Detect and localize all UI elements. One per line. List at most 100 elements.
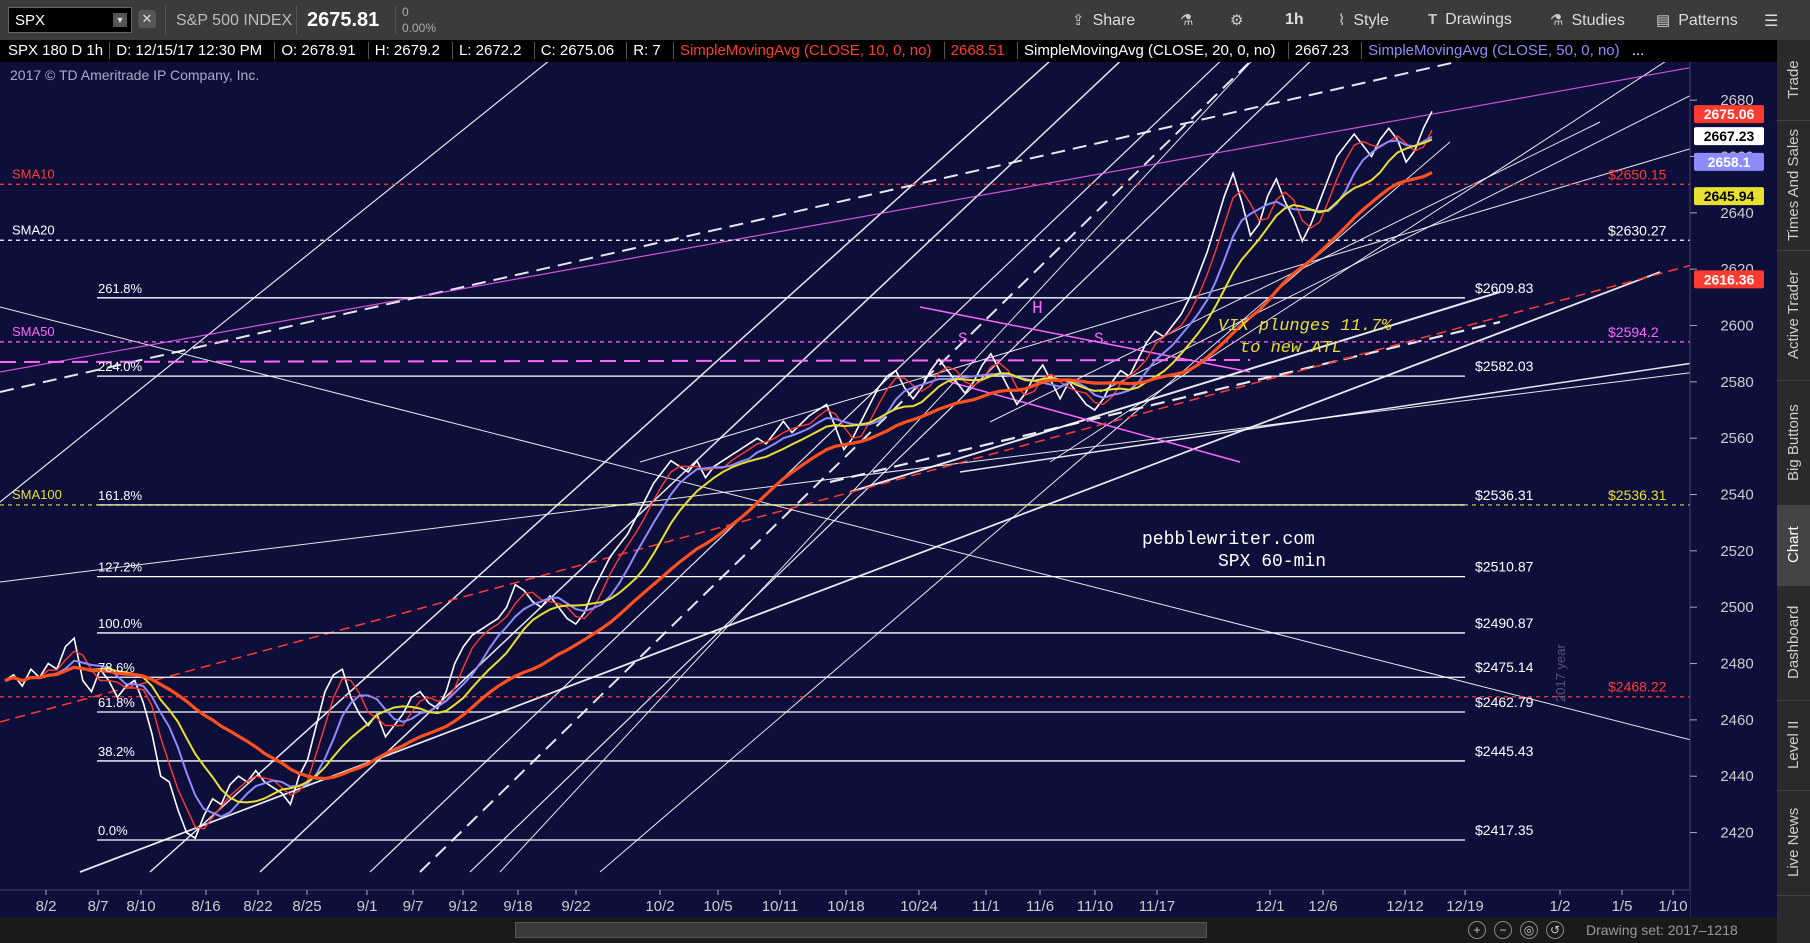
x-tick-label: 8/25: [292, 898, 321, 915]
symbol-value: SPX: [15, 12, 46, 29]
x-tick-label: 1/5: [1612, 898, 1633, 915]
study-info-bar: SPX 180 D 1h D: 12/15/17 12:30 PM O: 267…: [0, 40, 1810, 62]
share-icon: ⇪: [1072, 12, 1085, 29]
x-tick-label: 9/1: [357, 898, 378, 915]
sma20-study[interactable]: SimpleMovingAvg (CLOSE, 20, 0, no): [1017, 42, 1282, 59]
drawings-button[interactable]: T Drawings: [1428, 11, 1512, 29]
chevron-down-icon[interactable]: ▼: [113, 13, 127, 27]
fib-level-price: $2475.14: [1475, 659, 1534, 675]
divider: [165, 6, 166, 34]
right-side-panel: Trade Times And Sales Active Trader Big …: [1777, 40, 1810, 943]
bar-high: H: 2679.2: [367, 42, 446, 59]
shoulder-label-left: S: [958, 330, 968, 348]
bar-date: D: 12/15/17 12:30 PM: [109, 42, 269, 59]
x-tick-label: 12/12: [1386, 898, 1424, 915]
x-tick-label: 10/24: [900, 898, 938, 915]
tab-times-and-sales[interactable]: Times And Sales: [1777, 120, 1810, 251]
tab-level-ii[interactable]: Level II: [1777, 700, 1810, 791]
bar-range: R: 7: [626, 42, 667, 59]
x-tick-label: 12/19: [1446, 898, 1484, 915]
tab-trade[interactable]: Trade: [1777, 40, 1810, 121]
timeframe-button[interactable]: 1h: [1285, 11, 1304, 29]
sma50-study[interactable]: SimpleMovingAvg (CLOSE, 50, 0, no): [1361, 42, 1626, 59]
chart-style-icon: ⌇: [1338, 12, 1346, 29]
patterns-button[interactable]: ▤ Patterns: [1656, 11, 1738, 30]
close-icon[interactable]: ✕: [138, 10, 156, 28]
share-label: Share: [1092, 12, 1136, 29]
y-tick-label: 2540: [1720, 487, 1753, 504]
y-tick-label: 2500: [1720, 599, 1753, 616]
y-tick-label: 2420: [1720, 825, 1753, 842]
fib-level-price: $2609.83: [1475, 280, 1534, 296]
style-button[interactable]: ⌇ Style: [1338, 11, 1389, 30]
tab-dashboard[interactable]: Dashboard: [1777, 585, 1810, 701]
x-tick-label: 9/12: [448, 898, 477, 915]
share-button[interactable]: ⇪ Share: [1072, 11, 1135, 30]
x-tick-label: 8/2: [36, 898, 57, 915]
fib-level-label: 0.0%: [98, 823, 128, 838]
fib-level-price: $2582.03: [1475, 358, 1534, 374]
timeframe-label: 1h: [1285, 11, 1304, 28]
last-price: 2675.81: [307, 9, 380, 31]
x-tick-label: 1/2: [1550, 898, 1571, 915]
zoom-in-icon[interactable]: +: [1468, 921, 1486, 939]
menu-button[interactable]: ☰: [1764, 11, 1778, 31]
sma10-study[interactable]: SimpleMovingAvg (CLOSE, 10, 0, no): [672, 42, 938, 59]
x-tick-label: 12/6: [1308, 898, 1337, 915]
x-tick-label: 11/1: [972, 898, 1000, 915]
vix-annotation-1: VIX plunges 11.7%: [1218, 317, 1392, 336]
chart-descriptor: SPX 180 D 1h: [8, 42, 104, 59]
scroll-thumb[interactable]: [515, 922, 1207, 938]
tab-chart[interactable]: Chart: [1777, 505, 1810, 586]
sma-level-label: SMA10: [12, 166, 55, 181]
tab-live-news[interactable]: Live News: [1777, 790, 1810, 896]
studies-button[interactable]: ⚗ Studies: [1550, 11, 1625, 30]
tab-big-buttons[interactable]: Big Buttons: [1777, 380, 1810, 506]
fib-level-price: $2536.31: [1475, 487, 1534, 503]
zoom-fit-icon[interactable]: ◎: [1520, 921, 1538, 939]
more-studies[interactable]: ...: [1632, 42, 1645, 59]
price-change: 0 0.00%: [402, 4, 436, 36]
fib-level-price: $2417.35: [1475, 822, 1534, 838]
studies-label: Studies: [1571, 12, 1625, 29]
x-tick-label: 8/10: [126, 898, 155, 915]
x-tick-label: 12/1: [1255, 898, 1284, 915]
copyright-text: 2017 © TD Ameritrade IP Company, Inc.: [10, 67, 259, 83]
price-chart[interactable]: 261.8% $2609.83 224.0% $2582.03 161.8% $2536.…: [0, 62, 1777, 917]
index-name: S&P 500 INDEX: [176, 12, 293, 29]
drawings-label: Drawings: [1445, 11, 1512, 28]
studies-icon: ⚗: [1550, 12, 1564, 29]
drawing-set-label: Drawing set: 2017–1218: [1586, 922, 1738, 938]
sma-level-price: $2536.31: [1608, 487, 1667, 503]
site-annotation: pebblewriter.com: [1142, 530, 1315, 550]
menu-icon: ☰: [1764, 13, 1779, 30]
text-tool-icon: T: [1428, 11, 1438, 28]
flask-button[interactable]: ⚗: [1180, 11, 1201, 30]
y-tick-label: 2440: [1720, 768, 1753, 785]
shoulder-label-right: S: [1094, 330, 1104, 348]
style-label: Style: [1353, 12, 1389, 29]
zoom-reset-icon[interactable]: ↺: [1546, 921, 1564, 939]
x-tick-label: 11/17: [1139, 898, 1175, 915]
sma-level-label: SMA50: [12, 324, 55, 339]
tab-active-trader[interactable]: Active Trader: [1777, 250, 1810, 381]
fib-level-label: 224.0%: [98, 359, 143, 374]
sma-level-price: $2468.22: [1608, 679, 1667, 695]
x-tick-label: 10/18: [827, 898, 865, 915]
fib-level-label: 161.8%: [98, 488, 143, 503]
chart-scrollbar[interactable]: + − ◎ ↺ Drawing set: 2017–1218: [0, 917, 1777, 943]
x-tick-label: 10/2: [645, 898, 674, 915]
settings-button[interactable]: ⚙: [1230, 11, 1251, 30]
symbol-input[interactable]: SPX ▼: [8, 7, 132, 33]
fib-level-price: $2445.43: [1475, 743, 1534, 759]
fib-level-label: 61.8%: [98, 695, 135, 710]
fib-level-label: 78.6%: [98, 660, 135, 675]
divider: [296, 6, 297, 34]
fib-level-label: 38.2%: [98, 744, 135, 759]
chart-name-annotation: SPX 60-min: [1218, 552, 1326, 572]
sma-level-price: $2630.27: [1608, 222, 1667, 238]
zoom-out-icon[interactable]: −: [1494, 921, 1512, 939]
change-percent: 0.00%: [402, 21, 437, 35]
sma-level-price: $2594.2: [1608, 324, 1659, 340]
x-tick-label: 1/10: [1658, 898, 1687, 915]
